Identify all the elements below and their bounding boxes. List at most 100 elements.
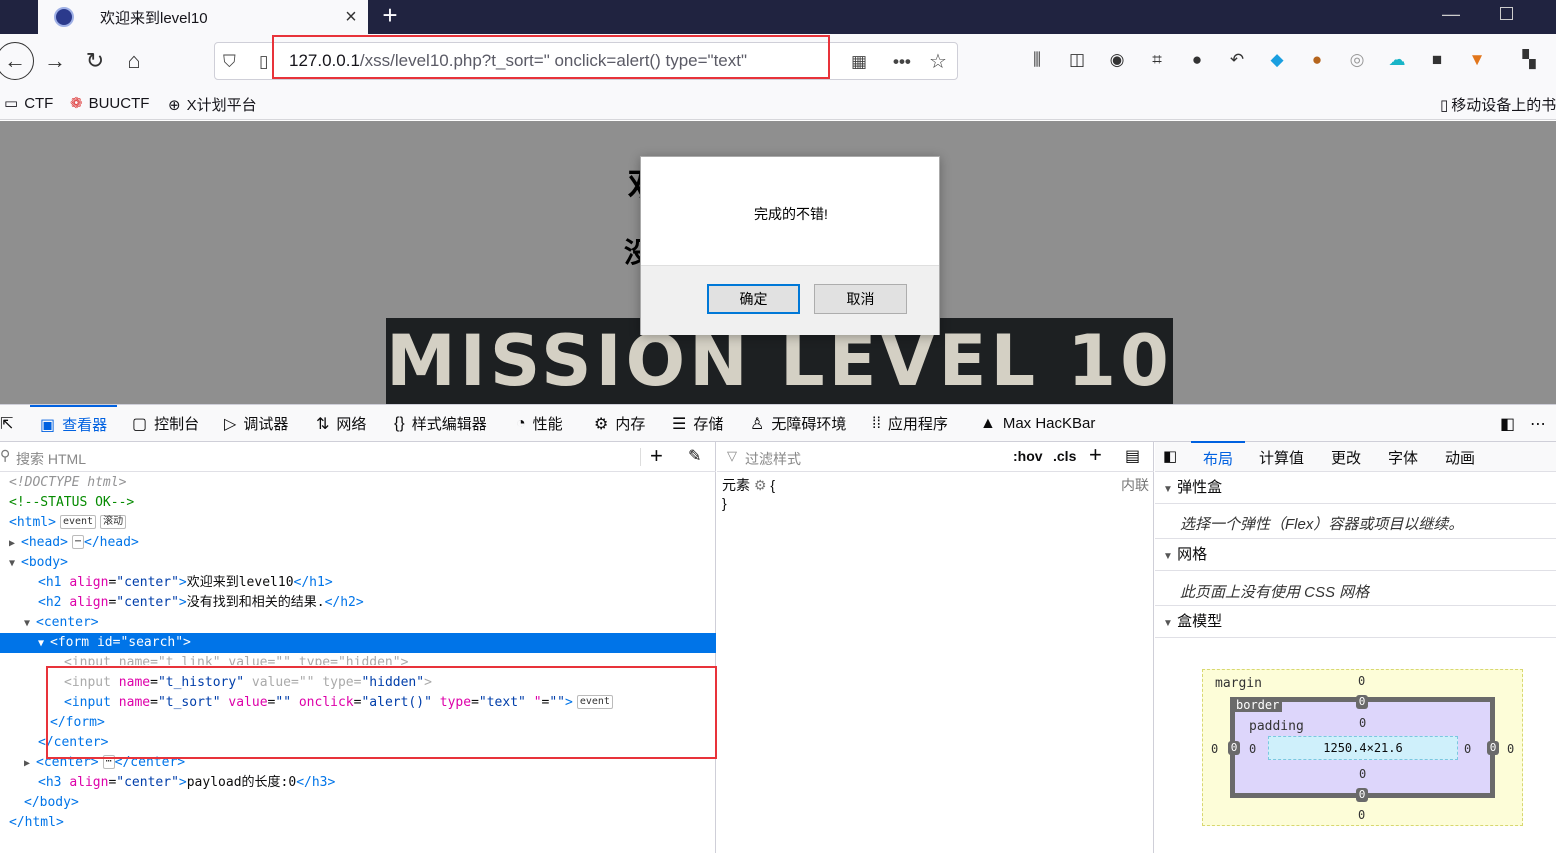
shield-icon[interactable]: ⛉ (223, 52, 236, 72)
padding-right-value[interactable]: 0 (1464, 742, 1471, 756)
tab-max-hackbar[interactable]: ▲ Max HacKBar (980, 405, 1095, 442)
collapse-icon[interactable]: ▼ (38, 634, 50, 654)
home-button[interactable]: ⌂ (117, 44, 151, 78)
cls-toggle[interactable]: .cls (1053, 448, 1076, 464)
tab-computed[interactable]: 计算值 (1259, 447, 1304, 468)
flexbox-section-header[interactable]: ▼ 弹性盒 (1155, 472, 1556, 504)
screenshot-icon[interactable]: ⌗ (1146, 49, 1168, 71)
library-icon[interactable]: ⫼ (1026, 49, 1048, 71)
dom-h1[interactable]: <h1 align="center">欢迎来到level10</h1> (0, 573, 716, 593)
hov-toggle[interactable]: :hov (1013, 448, 1043, 464)
tab-inspector[interactable]: ▣ 查看器 (30, 405, 118, 442)
dom-doctype[interactable]: <!DOCTYPE html> (0, 473, 716, 493)
devtools-menu-icon[interactable]: ⋯ (1530, 405, 1553, 442)
tab-animations[interactable]: 动画 (1445, 447, 1475, 468)
tab-changes[interactable]: 更改 (1331, 447, 1361, 468)
tab-style-editor[interactable]: {} 样式编辑器 (394, 405, 487, 442)
collapse-icon[interactable]: ▼ (9, 554, 21, 574)
search-html-input[interactable]: 搜索 HTML (16, 449, 86, 469)
minimize-icon[interactable]: — (1442, 4, 1462, 25)
collapse-icon[interactable]: ▼ (24, 614, 36, 634)
bookmark-ctf[interactable]: ▭ CTF (4, 94, 53, 113)
pick-element-icon[interactable]: ⇱ (0, 405, 24, 442)
chat-icon[interactable]: ● (1186, 49, 1208, 71)
dom-input-link[interactable]: <input name="t_link" value="" type="hidd… (0, 653, 716, 665)
page-icon[interactable]: ▯ (259, 52, 268, 72)
reload-button[interactable]: ↻ (78, 44, 112, 78)
account-icon[interactable]: ◉ (1106, 49, 1128, 71)
tab-storage[interactable]: ☰ 存储 (672, 405, 723, 442)
add-rule-icon[interactable]: + (1089, 442, 1102, 468)
ok-button[interactable]: 确定 (707, 284, 800, 314)
element-rule[interactable]: 元素 ⚙ { (722, 475, 775, 495)
print-icon[interactable]: ▤ (1125, 446, 1140, 466)
grid-section-header[interactable]: ▼ 网格 (1155, 539, 1556, 571)
ellipsis-badge[interactable]: ⋯ (71, 535, 84, 549)
undo-icon[interactable]: ↶ (1226, 49, 1248, 71)
tab-layout[interactable]: 布局 (1191, 441, 1246, 469)
border-bottom-value[interactable]: 0 (1356, 788, 1368, 802)
dom-center[interactable]: ▼ <center> (0, 613, 716, 633)
tab-application[interactable]: ⁞⁞ 应用程序 (872, 405, 948, 442)
bookmark-star-icon[interactable]: ☆ (929, 49, 947, 74)
scroll-badge[interactable]: 滚动 (100, 515, 127, 529)
bookmark-xplan[interactable]: ⊕ X计划平台 (168, 94, 257, 115)
extension-circle-icon[interactable]: ◎ (1346, 49, 1368, 71)
tab-active[interactable]: 欢迎来到level10 × (38, 0, 368, 34)
bookmark-mobile[interactable]: ▯ 移动设备上的书 (1440, 94, 1556, 115)
add-node-icon[interactable]: + (650, 443, 663, 469)
maximize-icon[interactable] (1500, 7, 1513, 20)
tampermonkey-icon[interactable]: ■ (1426, 49, 1448, 71)
dom-h2[interactable]: <h2 align="center">没有找到和相关的结果.</h2> (0, 593, 716, 613)
gear-icon[interactable]: ⚙ (754, 477, 767, 493)
sidebar-icon[interactable]: ◫ (1066, 49, 1088, 71)
tab-debugger[interactable]: ▷ 调试器 (224, 405, 288, 442)
expand-icon[interactable]: ▶ (24, 754, 36, 774)
dom-html-close[interactable]: </html> (0, 813, 716, 833)
margin-left-value[interactable]: 0 (1211, 742, 1218, 756)
content-size[interactable]: 1250.4×21.6 (1268, 736, 1458, 760)
border-left-value[interactable]: 0 (1228, 741, 1240, 755)
more-actions-icon[interactable]: ••• (893, 52, 911, 72)
box-model-border[interactable]: border padding 0 0 0 0 1250.4×21.6 (1230, 697, 1495, 798)
cancel-button[interactable]: 取消 (814, 284, 907, 314)
cloud-icon[interactable]: ☁ (1386, 49, 1408, 71)
extensions-icon[interactable]: ▚ (1518, 49, 1540, 71)
tab-fonts[interactable]: 字体 (1388, 447, 1418, 468)
dom-form-selected[interactable]: ▼ <form id="search"> (0, 633, 716, 653)
dom-body[interactable]: ▼ <body> (0, 553, 716, 573)
metamask-icon[interactable]: ▼ (1466, 49, 1488, 71)
filter-styles-input[interactable]: 过滤样式 (745, 449, 801, 469)
border-top-value[interactable]: 0 (1356, 695, 1368, 709)
inline-label[interactable]: 内联 (1121, 475, 1149, 495)
tab-console[interactable]: ▢ 控制台 (132, 405, 199, 442)
margin-right-value[interactable]: 0 (1507, 742, 1514, 756)
tab-network[interactable]: ⇅ 网络 (316, 405, 366, 442)
padding-left-value[interactable]: 0 (1249, 742, 1256, 756)
dom-body-close[interactable]: </body> (0, 793, 716, 813)
margin-bottom-value[interactable]: 0 (1358, 808, 1365, 822)
box-model-margin[interactable]: margin 0 0 0 0 border padding 0 0 0 0 12… (1202, 669, 1523, 826)
padding-bottom-value[interactable]: 0 (1359, 767, 1366, 781)
new-tab-button[interactable]: + (372, 0, 408, 34)
margin-top-value[interactable]: 0 (1358, 674, 1365, 688)
dom-head[interactable]: ▶ <head> ⋯ </head> (0, 533, 716, 553)
dom-comment[interactable]: <!--STATUS OK--> (0, 493, 716, 513)
bookmark-buuctf[interactable]: ❁ BUUCTF (70, 94, 149, 113)
tab-close-button[interactable]: × (334, 6, 368, 29)
box-model-section-header[interactable]: ▼ 盒模型 (1155, 606, 1556, 638)
qrcode-icon[interactable]: ▦ (851, 52, 867, 72)
tab-performance[interactable]: ◔ 性能 (516, 405, 563, 442)
tab-accessibility[interactable]: ♙ 无障碍环境 (750, 405, 846, 442)
back-button[interactable]: ← (0, 42, 34, 80)
sidebar-toggle-icon[interactable]: ◧ (1163, 447, 1177, 465)
padding-top-value[interactable]: 0 (1359, 716, 1366, 730)
tab-memory[interactable]: ⚙ 内存 (594, 405, 645, 442)
dom-h3[interactable]: <h3 align="center">payload的长度:0</h3> (0, 773, 716, 793)
cookie-icon[interactable]: ● (1306, 49, 1328, 71)
forward-button[interactable]: → (38, 44, 72, 78)
expand-icon[interactable]: ▶ (9, 534, 21, 554)
border-right-value[interactable]: 0 (1487, 741, 1499, 755)
dom-html[interactable]: <html> event 滚动 (0, 513, 716, 533)
eyedropper-icon[interactable]: ✎ (688, 446, 701, 466)
